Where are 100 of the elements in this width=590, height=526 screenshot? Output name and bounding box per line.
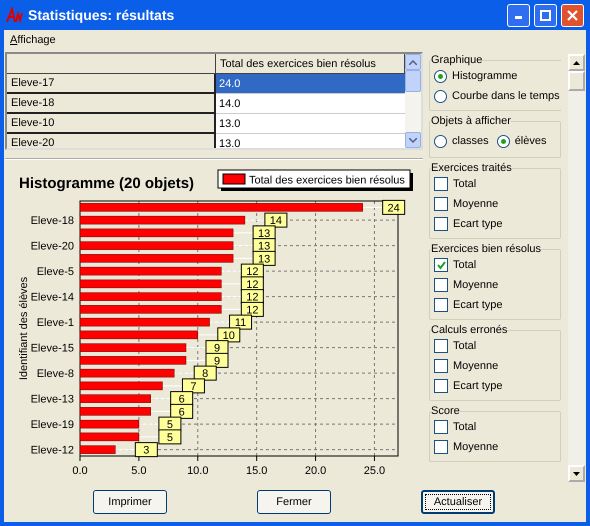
radio-option[interactable]: Courbe dans le temps [434,88,560,104]
data-label: 9 [214,342,220,355]
data-label: 14 [264,212,288,228]
checkbox-option[interactable]: Ecart type [434,378,556,394]
column-header[interactable]: Total des exercices bien résolus [216,54,405,74]
group-title: Calculs erronés [431,324,508,336]
checkbox-icon[interactable] [434,298,448,312]
checkbox-icon[interactable] [434,258,448,272]
checkbox-icon[interactable] [434,339,448,353]
group-title: Objets à afficher [431,115,511,127]
data-label: 13 [252,238,276,254]
window-title: Statistiques: résultats [28,7,176,23]
tick-label: 20.0 [304,465,326,477]
data-label: 9 [214,355,220,368]
checkbox-icon[interactable] [434,420,448,434]
data-label: 13 [258,240,270,253]
chart-title: Histogramme (20 objets) [19,175,194,192]
checkbox-icon[interactable] [434,177,448,191]
checkbox-option[interactable]: Moyenne [434,358,556,374]
checkbox-icon[interactable] [434,359,448,373]
close-button[interactable] [561,4,584,26]
maximize-button[interactable] [534,4,557,26]
axis-label: Eleve-18 [30,215,74,228]
legend-label: Total des exercices bien résolus [249,174,406,186]
checkbox-option[interactable]: Ecart type [434,297,556,313]
data-label: 8 [202,368,208,380]
action-button[interactable]: Fermer [257,490,331,514]
checkbox-option[interactable]: Moyenne [434,196,556,212]
axis-label: Eleve-14 [30,292,74,304]
data-label: 12 [246,278,258,291]
axis-label: Eleve-20 [30,240,74,253]
axis-label: Eleve-13 [30,394,74,406]
menu-item[interactable]: Affichage [10,34,56,46]
radio-icon[interactable] [496,134,510,148]
radio-icon[interactable] [434,70,447,82]
scrollbar[interactable] [568,54,585,482]
bar [80,432,140,442]
data-label: 5 [166,419,173,432]
bar [80,407,151,416]
caret-down-icon[interactable] [573,472,580,476]
tick-label: 5.0 [131,465,147,477]
checkbox-icon[interactable] [434,217,448,231]
chart-legend: Total des exercices bien résolus [218,170,413,191]
radio-option[interactable]: élèves [496,133,546,149]
data-label: 12 [240,276,264,292]
bar [80,394,151,403]
checkbox-option[interactable]: Total [434,419,556,435]
row-header[interactable]: Eleve-10 [7,114,216,134]
data-label: 24 [388,202,400,214]
checkbox-icon[interactable] [434,440,448,454]
data-label: 13 [258,228,270,240]
group-title: Exercices traités [431,162,512,174]
axis-label: Eleve-5 [36,266,74,278]
axis-title: Identifiant des élèves [18,276,30,380]
data-label: 10 [222,330,235,342]
checkbox-option[interactable]: Ecart type [434,216,556,232]
bar [80,445,116,454]
row-header[interactable]: Eleve-20 [7,134,216,148]
action-button[interactable]: Imprimer [93,490,167,514]
maximize-icon[interactable] [540,10,551,20]
axis-label: Eleve-15 [30,342,74,355]
checkbox-option[interactable]: Moyenne [434,439,556,455]
tick-label: 0.0 [72,465,88,477]
data-label: 12 [240,264,264,279]
data-label: 9 [206,352,228,368]
radio-icon[interactable] [434,134,447,148]
data-label: 7 [182,378,205,394]
data-label: 12 [240,302,264,317]
checkbox-option[interactable]: Moyenne [434,277,556,293]
checkbox-icon[interactable] [434,278,448,292]
scroll-thumb[interactable] [405,70,421,92]
caret-up-icon[interactable] [573,60,580,64]
data-label: 6 [178,406,185,418]
group-title: Score [431,405,460,417]
axis-label: Eleve-12 [30,444,74,457]
data-label: 13 [252,250,276,266]
action-button[interactable]: Actualiser [421,490,495,514]
checkbox-option[interactable]: Total [434,338,556,354]
table-cell[interactable]: 24.0 [216,74,405,94]
row-header[interactable]: Eleve-18 [7,94,216,114]
checkbox-option[interactable]: Total [434,257,556,273]
checkbox-icon[interactable] [434,197,448,211]
checkbox-option[interactable]: Total [434,176,556,192]
axis-label: Eleve-19 [30,419,74,432]
close-icon[interactable] [567,10,578,20]
radio-option[interactable]: Histogramme [434,68,560,84]
data-label: 9 [206,340,228,356]
data-label: 13 [258,253,270,266]
minimize-button[interactable] [507,4,530,26]
radio-option[interactable]: classes [434,133,489,149]
axis-label: Eleve-8 [36,368,74,380]
group-title: Exercices bien résolus [431,243,542,255]
data-label: 13 [252,225,276,240]
data-label: 5 [158,416,182,432]
app-logo-icon [6,7,24,23]
scrollbar[interactable] [405,54,421,148]
data-label: 10 [217,327,240,342]
row-header[interactable]: Eleve-17 [7,74,216,94]
radio-icon[interactable] [434,90,447,102]
checkbox-icon[interactable] [434,379,448,393]
